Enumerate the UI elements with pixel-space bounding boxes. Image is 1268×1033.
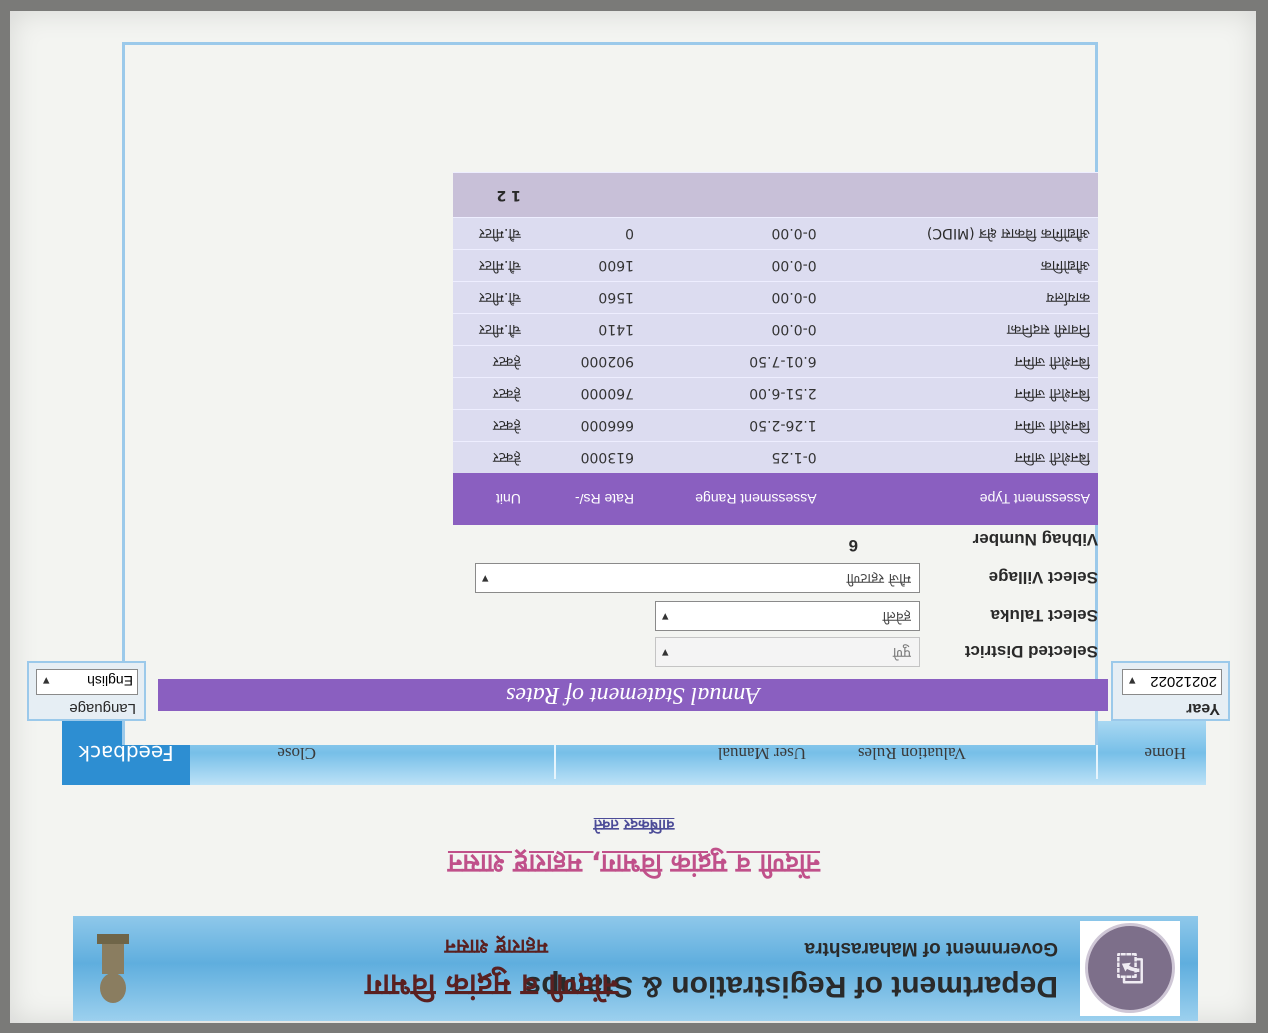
cell-range: 0-1.25 [642,441,825,473]
cell-rate: 613000 [528,441,643,473]
cell-rate: 0 [528,217,643,250]
national-emblem-icon [88,923,138,1013]
header-assessment-type: Assessment Type [824,473,1098,525]
cell-rate: 666000 [528,409,643,442]
cell-type: कार्यालय [824,281,1098,314]
cell-unit: चौ.मीटर [453,313,529,346]
cell-rate: 902000 [528,345,643,378]
chevron-down-icon: ▾ [1129,674,1136,689]
government-name-marathi: महाराष्ट्र शासन [444,935,548,959]
cell-unit: चौ.मीटर [453,281,529,314]
cell-range: 2.51-6.00 [642,377,825,410]
cell-range: 0-0.00 [642,249,825,282]
language-select[interactable]: English ▾ [36,669,138,695]
cell-unit: चौ.मीटर [453,249,529,282]
table-row: बिनशेती जमिन 6.01-7.50 902000 हेक्टर [453,345,1098,378]
chevron-down-icon: ▾ [482,571,489,586]
department-logo: ⎘ [1080,921,1180,1016]
year-select[interactable]: 20212022 ▾ [1122,669,1222,695]
cell-unit: हेक्टर [453,409,529,442]
table-row: बिनशेती जमिन 1.26-2.50 666000 हेक्टर [453,409,1098,442]
village-value: मौजे रहाटणी [846,570,911,586]
year-label: Year [1186,700,1220,717]
cell-range: 6.01-7.50 [642,345,825,378]
cell-unit: हेक्टर [453,345,529,378]
table-row: औद्योगिक विकास क्षेत्र (MIDC) 0-0.00 0 च… [453,217,1098,250]
header-rate: Rate Rs/- [528,473,643,525]
cell-type: बिनशेती जमिन [824,377,1098,410]
cell-range: 0-0.00 [642,217,825,250]
language-label: Language [69,700,136,717]
district-select: पुणे ▾ [655,637,920,667]
screen: ⎘ Department of Registration & Stamps Go… [0,0,1268,1033]
district-label: Selected District [964,642,1098,661]
table-row: निवासी सदनिका 0-0.00 1410 चौ.मीटर [453,313,1098,346]
table-header-row: Assessment Type Assessment Range Rate Rs… [453,473,1098,525]
panel-title: Annual Statement of Rates [506,682,760,708]
cell-rate: 1600 [528,249,643,282]
subtitle-link[interactable]: वार्षिकदर तक्ते [0,815,1268,835]
language-selector: Language English ▾ [27,661,146,721]
cell-type: औद्योगिक [824,249,1098,282]
vibhag-label: Vibhag Number [972,530,1098,549]
cell-rate: 1410 [528,313,643,346]
pager-links[interactable]: 1 2 [453,172,529,218]
pager-row: 1 2 [453,172,1098,218]
village-label: Select Village [988,568,1098,587]
cell-range: 1.26-2.50 [642,409,825,442]
cell-type: औद्योगिक विकास क्षेत्र (MIDC) [824,217,1098,250]
year-selector: Year 20212022 ▾ [1111,661,1230,721]
rates-table: Assessment Type Assessment Range Rate Rs… [453,172,1098,525]
cell-rate: 1560 [528,281,643,314]
chevron-down-icon: ▾ [43,674,50,689]
chevron-down-icon: ▾ [662,609,669,624]
cell-type: निवासी सदनिका [824,313,1098,346]
table-row: कार्यालय 0-0.00 1560 चौ.मीटर [453,281,1098,314]
office-title: नोंदणी व मुद्रांक विभाग, महाराष्ट्र शासन [447,848,821,878]
header-assessment-range: Assessment Range [642,473,825,525]
table-row: बिनशेती जमिन 2.51-6.00 760000 हेक्टर [453,377,1098,410]
cell-unit: हेक्टर [453,377,529,410]
taluka-select[interactable]: हवेली ▾ [655,601,920,631]
language-value: English [87,673,133,689]
cell-range: 0-0.00 [642,281,825,314]
district-value: पुणे [892,644,911,660]
site-header: ⎘ Department of Registration & Stamps Go… [73,916,1198,1021]
logo-icon: ⎘ [1085,923,1175,1014]
cell-type: बिनशेती जमिन [824,409,1098,442]
panel-title-bar: Annual Statement of Rates [158,679,1108,711]
taluka-value: हवेली [882,608,911,624]
chevron-down-icon: ▾ [662,645,669,660]
taluka-label: Select Taluka [990,606,1098,625]
cell-type: बिनशेती जमिन [824,441,1098,473]
nav-home[interactable]: Home [1144,721,1186,785]
village-select[interactable]: मौजे रहाटणी ▾ [475,563,920,593]
cell-range: 0-0.00 [642,313,825,346]
vibhag-value: 6 [848,536,858,555]
table-row: बिनशेती जमिन 0-1.25 613000 हेक्टर [453,441,1098,473]
table-row: औद्योगिक 0-0.00 1600 चौ.मीटर [453,249,1098,282]
cell-unit: हेक्टर [453,441,529,473]
year-value: 20212022 [1150,673,1217,690]
header-unit: Unit [453,473,529,525]
cell-type: बिनशेती जमिन [824,345,1098,378]
department-name-marathi: नोंदणी व मुद्रांक विभाग [365,967,618,1002]
government-name-english: Government of Maharashtra [804,938,1058,959]
cell-rate: 760000 [528,377,643,410]
cell-unit: चौ.मीटर [453,217,529,250]
